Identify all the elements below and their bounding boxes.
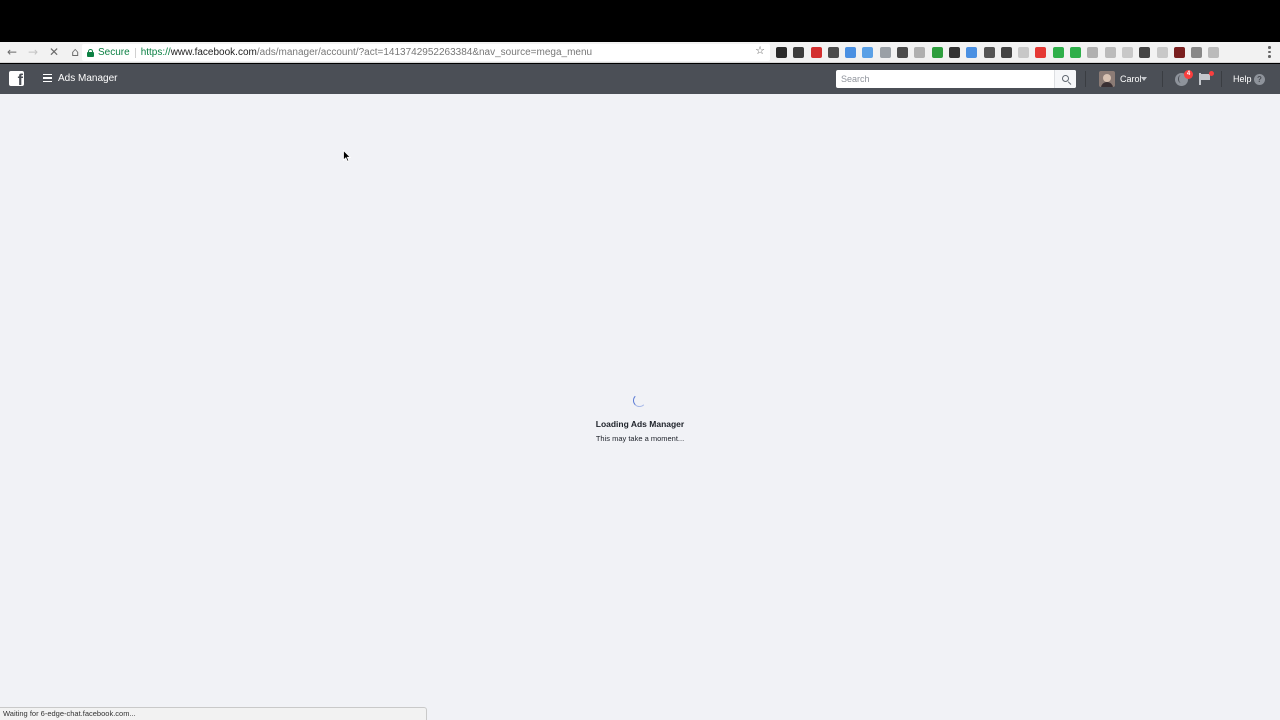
extension-icon[interactable] <box>983 47 995 58</box>
extension-icon[interactable] <box>1191 47 1203 58</box>
stop-loading-icon[interactable]: ✕ <box>45 43 63 61</box>
header-divider <box>1162 71 1163 87</box>
extension-icon[interactable] <box>897 47 909 58</box>
user-name[interactable]: Carol <box>1120 74 1142 84</box>
help-question-icon[interactable]: ? <box>1254 74 1265 85</box>
flag-alert-dot <box>1209 71 1214 76</box>
url-text[interactable]: https://www.facebook.com/ads/manager/acc… <box>141 47 592 58</box>
app-title[interactable]: Ads Manager <box>58 73 117 84</box>
window-top-area <box>0 0 1280 42</box>
extension-icon[interactable] <box>810 47 822 58</box>
forward-icon[interactable]: → <box>24 43 42 61</box>
facebook-logo-icon[interactable]: f <box>9 71 24 86</box>
search-box <box>836 70 1076 88</box>
extension-icon[interactable] <box>845 47 857 58</box>
extension-icon[interactable] <box>793 47 805 58</box>
browser-menu-icon[interactable] <box>1268 45 1271 59</box>
extension-icon[interactable] <box>1087 47 1099 58</box>
help-link[interactable]: Help <box>1233 74 1252 84</box>
loading-title: Loading Ads Manager <box>595 419 685 429</box>
back-icon[interactable]: ← <box>3 43 21 61</box>
header-divider <box>1085 71 1086 87</box>
main-content: Loading Ads Manager This may take a mome… <box>0 94 1280 720</box>
extension-icon[interactable] <box>1000 47 1012 58</box>
notification-badge: 4 <box>1184 70 1193 79</box>
secure-label: Secure <box>98 47 130 58</box>
hamburger-menu-icon[interactable] <box>43 74 52 82</box>
loading-subtitle: This may take a moment... <box>595 434 685 443</box>
extension-icon[interactable] <box>1173 47 1185 58</box>
extension-icon[interactable] <box>966 47 978 58</box>
extension-icon[interactable] <box>1121 47 1133 58</box>
extension-icon[interactable] <box>1156 47 1168 58</box>
extension-icons <box>776 45 1226 60</box>
extension-icon[interactable] <box>1208 47 1220 58</box>
address-separator <box>134 47 136 58</box>
chevron-down-icon[interactable] <box>1141 77 1147 81</box>
extension-icon[interactable] <box>862 47 874 58</box>
extension-icon[interactable] <box>1035 47 1047 58</box>
search-input[interactable] <box>836 71 1052 87</box>
extension-icon[interactable] <box>879 47 891 58</box>
facebook-header: f Ads Manager <box>0 64 1280 94</box>
url-path: /ads/manager/account/?act=14137429522633… <box>256 47 593 58</box>
header-divider <box>1221 71 1222 87</box>
extension-icon[interactable] <box>1052 47 1064 58</box>
mouse-cursor-icon <box>343 150 351 162</box>
extension-icon[interactable] <box>776 47 787 58</box>
avatar[interactable] <box>1099 71 1115 87</box>
search-icon <box>1061 75 1069 82</box>
address-bar[interactable]: Secure https://www.facebook.com/ads/mana… <box>82 44 770 61</box>
lock-icon <box>87 48 94 57</box>
bookmark-star-icon[interactable]: ☆ <box>755 44 765 57</box>
browser-toolbar: ← → ✕ ⌂ Secure https://www.facebook.com/… <box>0 42 1280 63</box>
url-host: www.facebook.com <box>170 47 257 58</box>
extension-icon[interactable] <box>1070 47 1082 58</box>
extension-icon[interactable] <box>948 47 960 58</box>
search-button[interactable] <box>1054 70 1076 88</box>
extension-icon[interactable] <box>827 47 839 58</box>
url-scheme: https:// <box>140 47 171 58</box>
browser-status-bar: Waiting for 6-edge-chat.facebook.com... <box>0 707 427 720</box>
extension-icon[interactable] <box>931 47 943 58</box>
extension-icon[interactable] <box>914 47 926 58</box>
extension-icon[interactable] <box>1104 47 1116 58</box>
extension-icon[interactable] <box>1139 47 1151 58</box>
loading-spinner-icon <box>633 394 646 407</box>
extension-icon[interactable] <box>1018 47 1030 58</box>
